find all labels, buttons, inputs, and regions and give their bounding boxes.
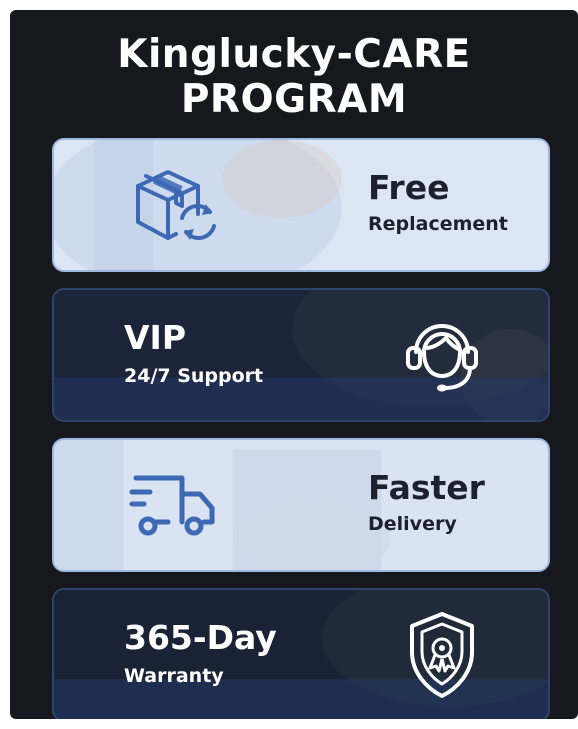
card-subtitle: Replacement: [368, 213, 508, 235]
page-title: Kinglucky-CARE PROGRAM: [10, 32, 578, 122]
card-subtitle: 24/7 Support: [124, 365, 264, 387]
card-title: 365-Day: [124, 618, 277, 657]
card-warranty: 365-Day Warranty: [52, 588, 550, 719]
title-line-1: Kinglucky-CARE: [117, 32, 471, 77]
delivery-truck-icon: [129, 475, 215, 536]
card-title: VIP: [124, 318, 187, 357]
card-title: Faster: [368, 468, 485, 507]
card-background-image: [54, 140, 548, 270]
headset-icon: [406, 324, 478, 392]
care-program-panel: Kinglucky-CARE PROGRAM Free Replacement …: [10, 10, 578, 719]
card-subtitle: Delivery: [368, 513, 457, 535]
card-title: Free: [368, 168, 450, 207]
card-faster-delivery: Faster Delivery: [52, 438, 550, 572]
card-subtitle: Warranty: [124, 665, 224, 687]
box-refresh-icon: [136, 170, 216, 240]
title-line-2: PROGRAM: [180, 77, 408, 122]
card-vip-support: VIP 24/7 Support: [52, 288, 550, 422]
shield-badge-icon: [410, 612, 474, 698]
card-free-replacement: Free Replacement: [52, 138, 550, 272]
